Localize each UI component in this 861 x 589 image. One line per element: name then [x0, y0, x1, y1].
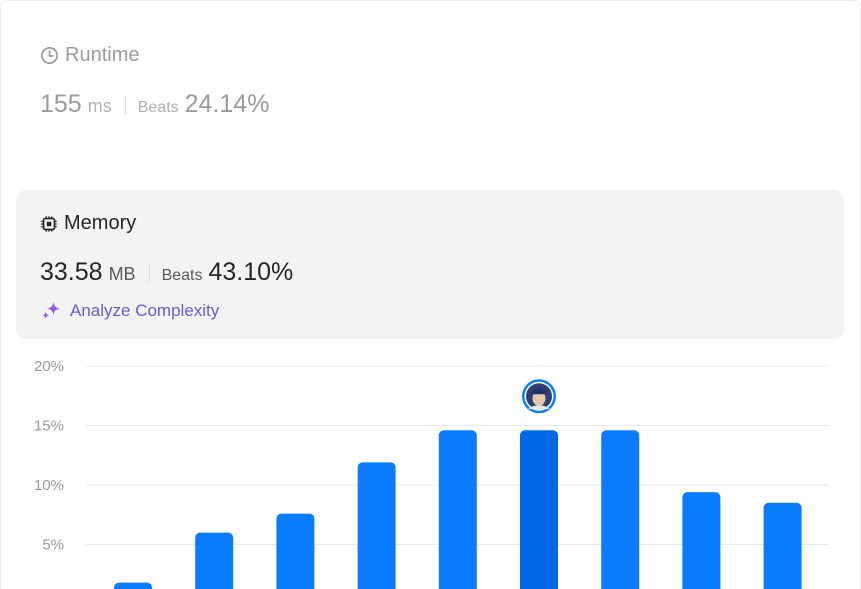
y-tick-label: 5% [42, 537, 64, 554]
chart-bar[interactable] [601, 430, 640, 589]
chart-bar[interactable] [276, 513, 315, 589]
current-submission-marker [522, 379, 556, 414]
chart-bar[interactable] [195, 532, 234, 589]
memory-label: Memory [64, 212, 137, 234]
user-avatar[interactable] [522, 379, 556, 414]
clock-icon [40, 46, 59, 65]
chart-bar[interactable] [114, 582, 152, 589]
divider [148, 263, 150, 282]
sparkle-icon [40, 299, 63, 322]
y-tick-label: 20% [34, 358, 64, 375]
memory-unit: MB [108, 264, 136, 284]
memory-distribution-chart: 20% 15% 10% 5% [34, 358, 829, 589]
divider [124, 95, 126, 114]
analyze-complexity-button[interactable]: Analyze Complexity [40, 299, 219, 322]
chip-icon [40, 215, 58, 233]
chart-bars [114, 430, 802, 589]
analyze-complexity-label: Analyze Complexity [70, 300, 220, 320]
y-tick-label: 15% [34, 418, 64, 435]
memory-panel[interactable]: Memory 33.58 MB Beats 43.10% Analyze Com… [16, 190, 844, 339]
y-tick-label: 10% [34, 477, 64, 494]
memory-values: 33.58 MB Beats 43.10% [40, 258, 293, 287]
runtime-value: 155 [40, 90, 82, 118]
runtime-label: Runtime [65, 44, 140, 66]
runtime-title: Runtime [40, 44, 139, 67]
memory-value: 33.58 [40, 258, 103, 286]
runtime-panel[interactable]: Runtime 155 ms Beats 24.14% [16, 24, 844, 136]
memory-beats-label: Beats [161, 267, 203, 284]
chart-y-axis: 20% 15% 10% 5% [34, 358, 64, 554]
chart-bar[interactable] [438, 430, 477, 589]
chart-bar[interactable] [763, 502, 802, 589]
runtime-unit: ms [87, 96, 112, 116]
memory-title: Memory [40, 212, 136, 235]
chart-bar[interactable] [682, 492, 721, 589]
chart-bar[interactable] [357, 462, 396, 589]
runtime-values: 155 ms Beats 24.14% [40, 90, 269, 119]
memory-beats-percent: 43.10% [208, 258, 294, 286]
runtime-beats-percent: 24.14% [184, 90, 270, 118]
runtime-beats-label: Beats [137, 99, 179, 116]
chart-bar-current[interactable] [520, 430, 558, 589]
